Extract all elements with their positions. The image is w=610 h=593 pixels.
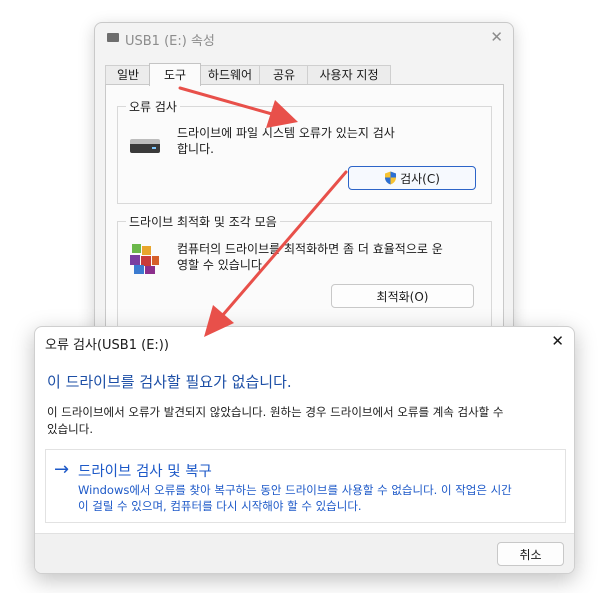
- optimize-button-label: 최적화(O): [376, 289, 429, 304]
- tab-general[interactable]: 일반: [105, 65, 151, 84]
- error-check-description: 이 드라이브에서 오류가 발견되지 않았습니다. 원하는 경우 드라이브에서 오…: [47, 405, 504, 436]
- tab-hardware[interactable]: 하드웨어: [199, 65, 261, 84]
- cancel-button[interactable]: 취소: [497, 542, 564, 566]
- close-icon[interactable]: ✕: [551, 332, 564, 350]
- properties-dialog: USB1 (E:) 속성 ✕ 일반 도구 하드웨어 공유 사용자 지정 오류 검…: [94, 22, 514, 354]
- scan-and-repair-link[interactable]: → 드라이브 검사 및 복구 Windows에서 오류를 찾아 복구하는 동안 …: [45, 449, 566, 523]
- properties-titlebar: USB1 (E:) 속성 ✕: [95, 23, 513, 55]
- optimize-group-label: 드라이브 최적화 및 조각 모음: [126, 213, 280, 230]
- scan-and-repair-title: 드라이브 검사 및 복구: [78, 464, 212, 480]
- uac-shield-icon: [385, 171, 397, 185]
- error-check-titlebar: 오류 검사(USB1 (E:)) ✕: [35, 327, 574, 357]
- cancel-button-label: 취소: [519, 547, 542, 562]
- check-button[interactable]: 검사(C): [348, 166, 476, 190]
- error-check-description: 드라이브에 파일 시스템 오류가 있는지 검사 합니다.: [177, 126, 395, 156]
- defrag-icon: [130, 244, 159, 274]
- drive-icon: [107, 33, 119, 42]
- error-check-title: 오류 검사(USB1 (E:)): [45, 338, 169, 353]
- optimize-group: 드라이브 최적화 및 조각 모음 컴퓨터의 드라이브를 최적화하면 좀 더 효율…: [117, 213, 492, 327]
- tab-sharing[interactable]: 공유: [259, 65, 309, 84]
- arrow-right-icon: →: [54, 459, 70, 480]
- optimize-description: 컴퓨터의 드라이브를 최적화하면 좀 더 효율적으로 운 영할 수 있습니다.: [177, 242, 443, 272]
- tab-tools[interactable]: 도구: [149, 63, 201, 86]
- error-check-heading: 이 드라이브를 검사할 필요가 없습니다.: [47, 373, 292, 391]
- check-button-label: 검사(C): [400, 171, 440, 186]
- error-check-group-label: 오류 검사: [126, 98, 180, 115]
- error-check-group: 오류 검사 드라이브에 파일 시스템 오류가 있는지 검사 합니다. 검사(C): [117, 98, 492, 204]
- scan-and-repair-description: Windows에서 오류를 찾아 복구하는 동안 드라이브를 사용할 수 없습니…: [78, 483, 512, 513]
- properties-title: USB1 (E:) 속성: [125, 34, 215, 49]
- tab-customize[interactable]: 사용자 지정: [307, 65, 391, 84]
- optimize-button[interactable]: 최적화(O): [331, 284, 474, 308]
- hard-drive-icon: [130, 139, 160, 153]
- error-check-dialog: 오류 검사(USB1 (E:)) ✕ 이 드라이브를 검사할 필요가 없습니다.…: [34, 326, 575, 574]
- tools-tab-panel: 오류 검사 드라이브에 파일 시스템 오류가 있는지 검사 합니다. 검사(C)…: [105, 84, 504, 354]
- close-icon[interactable]: ✕: [490, 28, 503, 46]
- dialog-footer: 취소: [35, 533, 574, 573]
